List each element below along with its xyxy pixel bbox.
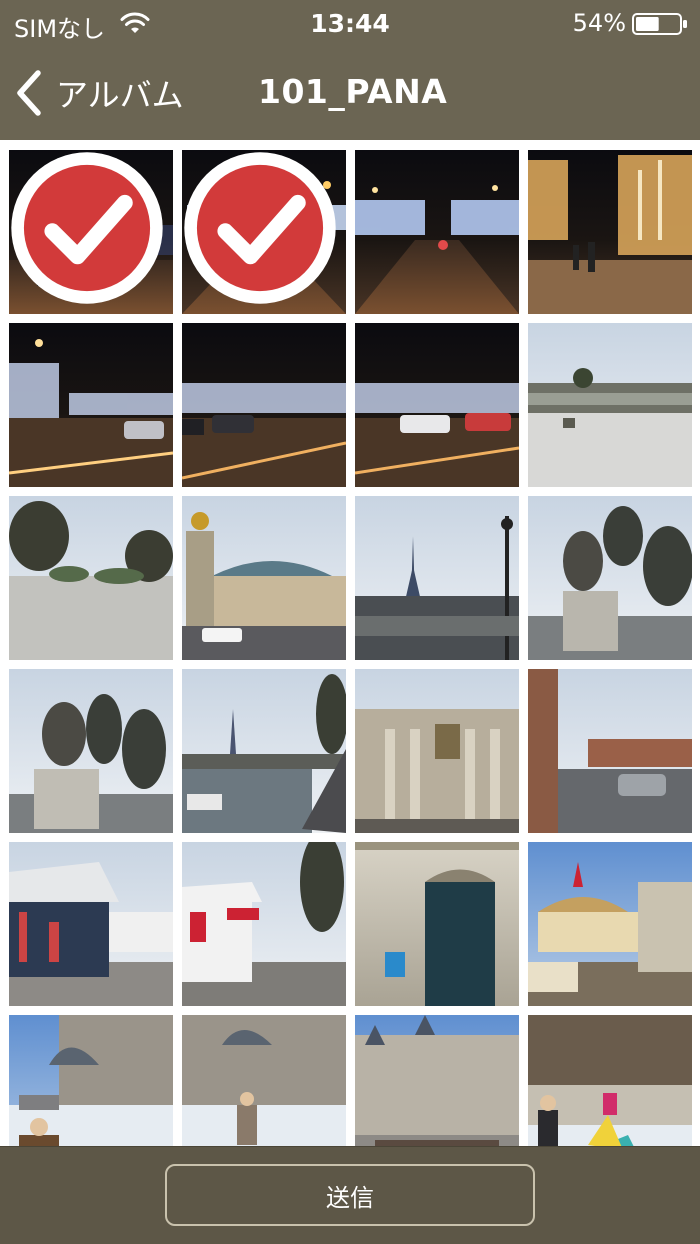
photo-park-trees[interactable] bbox=[9, 496, 173, 660]
photo-night-traffic-3[interactable] bbox=[355, 323, 519, 487]
photo-night-traffic-1-image bbox=[9, 323, 173, 487]
photo-grand-palais-image bbox=[182, 496, 346, 660]
photo-seine-river[interactable] bbox=[182, 669, 346, 833]
photo-lion-statue-2-image bbox=[9, 669, 173, 833]
photo-museum-facade-image bbox=[355, 669, 519, 833]
photo-street-cars[interactable] bbox=[528, 669, 692, 833]
photo-street-cars-image bbox=[528, 669, 692, 833]
album-title: 101_PANA bbox=[258, 72, 448, 111]
photo-ice-rink-2-image bbox=[182, 1015, 346, 1146]
photo-market-stall-1-image bbox=[9, 842, 173, 1006]
send-button[interactable]: 送信 bbox=[165, 1164, 535, 1226]
navigation-bar: アルバム 101_PANA bbox=[0, 48, 700, 140]
photo-market-stall-2[interactable] bbox=[182, 842, 346, 1006]
photo-museum-facade[interactable] bbox=[355, 669, 519, 833]
photo-market-stall-2-image bbox=[182, 842, 346, 1006]
photo-lion-statue-2[interactable] bbox=[9, 669, 173, 833]
photo-ice-rink-1-image bbox=[9, 1015, 173, 1146]
photo-eiffel-tower[interactable] bbox=[355, 496, 519, 660]
photo-seine-river-image bbox=[182, 669, 346, 833]
photo-park-trees-image bbox=[9, 496, 173, 660]
photo-hotel-de-ville-image bbox=[355, 1015, 519, 1146]
status-bar: SIMなし 13:44 54% bbox=[0, 0, 700, 48]
photo-grid bbox=[0, 140, 700, 1146]
photo-snowy-garden-image bbox=[528, 323, 692, 487]
back-label: アルバム bbox=[56, 76, 184, 114]
photo-night-arc[interactable] bbox=[182, 150, 346, 314]
photo-carousel[interactable] bbox=[528, 842, 692, 1006]
photo-night-traffic-1[interactable] bbox=[9, 323, 173, 487]
photo-ice-rink-kids[interactable] bbox=[528, 1015, 692, 1146]
photo-carousel-image bbox=[528, 842, 692, 1006]
bottom-toolbar: 送信 bbox=[0, 1146, 700, 1244]
photo-grand-palais[interactable] bbox=[182, 496, 346, 660]
checkmark-icon bbox=[184, 152, 336, 304]
battery-icon bbox=[632, 13, 687, 35]
photo-eiffel-tower-image bbox=[355, 496, 519, 660]
photo-ice-rink-kids-image bbox=[528, 1015, 692, 1146]
photo-ice-rink-2[interactable] bbox=[182, 1015, 346, 1146]
photo-green-door[interactable] bbox=[355, 842, 519, 1006]
photo-night-trees-image bbox=[528, 150, 692, 314]
photo-green-door-image bbox=[355, 842, 519, 1006]
photo-night-trees[interactable] bbox=[528, 150, 692, 314]
photo-night-street-1[interactable] bbox=[9, 150, 173, 314]
photo-night-traffic-2-image bbox=[182, 323, 346, 487]
photo-snowy-garden[interactable] bbox=[528, 323, 692, 487]
chevron-left-icon bbox=[17, 70, 41, 116]
photo-night-avenue[interactable] bbox=[355, 150, 519, 314]
photo-market-stall-1[interactable] bbox=[9, 842, 173, 1006]
checkmark-icon bbox=[11, 152, 163, 304]
photo-lion-statue-1-image bbox=[528, 496, 692, 660]
photo-ice-rink-1[interactable] bbox=[9, 1015, 173, 1146]
battery-percentage: 54% bbox=[572, 9, 626, 37]
photo-lion-statue-1[interactable] bbox=[528, 496, 692, 660]
back-button[interactable]: アルバム bbox=[14, 66, 184, 120]
photo-night-avenue-image bbox=[355, 150, 519, 314]
photo-night-traffic-3-image bbox=[355, 323, 519, 487]
photo-night-traffic-2[interactable] bbox=[182, 323, 346, 487]
photo-hotel-de-ville[interactable] bbox=[355, 1015, 519, 1146]
